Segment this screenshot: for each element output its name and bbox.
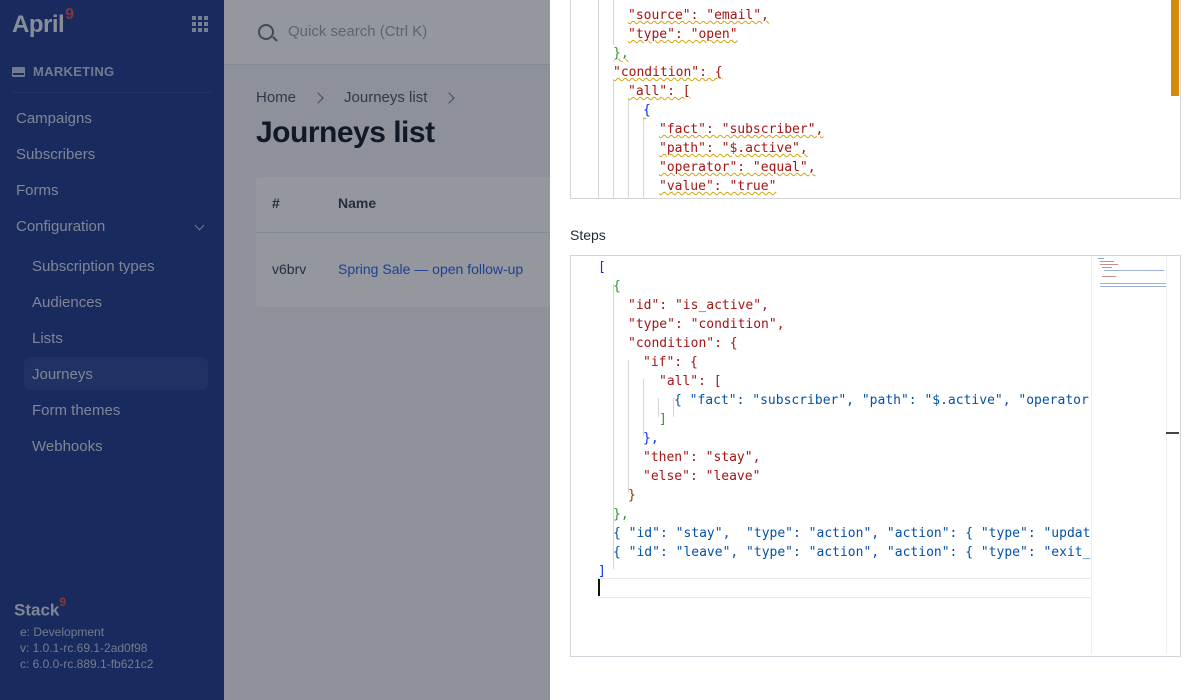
modal-backdrop[interactable]	[0, 0, 550, 700]
code-line: { "fact": "subscriber", "path": "$.activ…	[674, 393, 1097, 408]
code-line: ]	[659, 412, 667, 427]
code-line: "all": [	[659, 374, 722, 389]
code-line: "then": "stay",	[643, 450, 761, 465]
code-line: "path": "$.active",	[659, 141, 808, 156]
text-caret	[598, 579, 600, 596]
code-line: "id": "is_active",	[628, 298, 769, 313]
code-line: },	[643, 431, 659, 446]
code-line: "type": "open"	[628, 27, 738, 42]
code-line: {	[613, 279, 621, 294]
code-line: "source": "email",	[628, 8, 769, 23]
code-line: {	[643, 103, 651, 118]
code-line: [	[598, 260, 606, 275]
code-line: "if": {	[643, 355, 698, 370]
code-line: }	[628, 488, 636, 503]
code-line: "condition": {	[628, 336, 738, 351]
code-line: { "id": "stay", "type": "action", "actio…	[613, 526, 1107, 541]
code-line: "value": "true"	[659, 179, 777, 194]
code-line: "all": [	[628, 84, 691, 99]
code-line: { "id": "leave", "type": "action", "acti…	[613, 545, 1107, 560]
code-line: "type": "condition",	[628, 317, 785, 332]
editor-minimap[interactable]	[1091, 256, 1167, 654]
code-line: "operator": "equal",	[659, 160, 816, 175]
current-line-highlight	[598, 578, 1090, 598]
code-line: },	[613, 46, 629, 61]
code-line: "condition": {	[613, 65, 723, 80]
code-line: "fact": "subscriber",	[659, 122, 824, 137]
code-line: "else": "leave"	[643, 469, 761, 484]
editor-scrollbar[interactable]	[1171, 0, 1179, 96]
trigger-json-editor[interactable]: "source": "email", "type": "open" }, "co…	[570, 0, 1181, 199]
scroll-position-marker	[1166, 432, 1179, 434]
steps-label: Steps	[570, 227, 606, 243]
code-line: },	[613, 507, 629, 522]
minimap-scrollbar[interactable]	[1166, 256, 1180, 654]
